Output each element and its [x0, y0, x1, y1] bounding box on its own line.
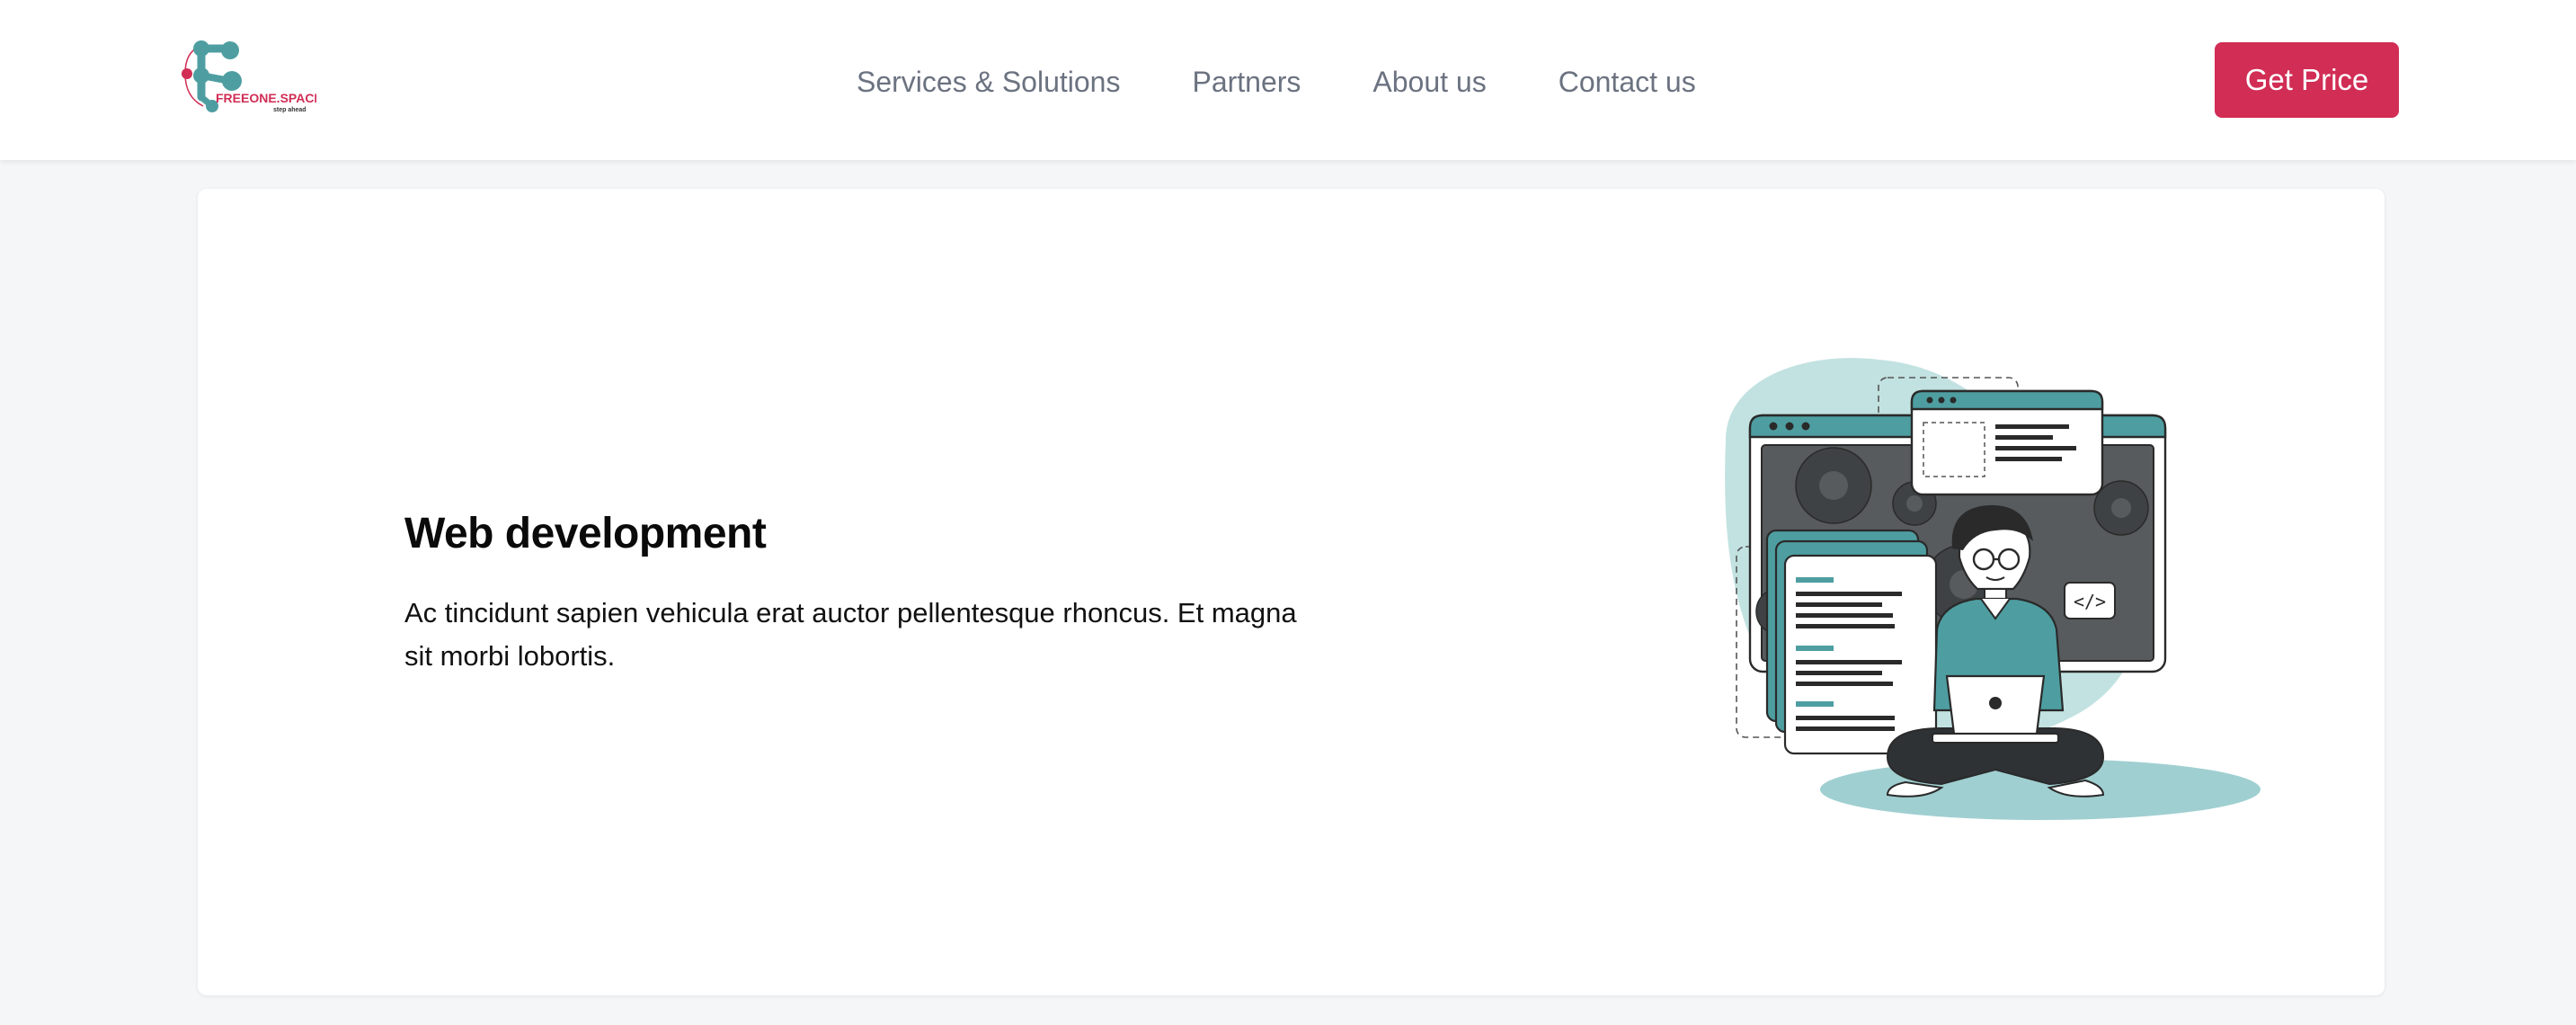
nav-contact-us[interactable]: Contact us [1559, 66, 1696, 99]
nav-partners[interactable]: Partners [1192, 66, 1301, 99]
nav-about-us[interactable]: About us [1372, 66, 1486, 99]
get-price-button[interactable]: Get Price [2215, 42, 2399, 118]
logo-mark-icon: FREEONE.SPACE step ahead [182, 40, 316, 113]
logo[interactable]: FREEONE.SPACE step ahead [180, 40, 316, 117]
nav-services-solutions[interactable]: Services & Solutions [857, 66, 1120, 99]
developer-with-laptop-illustration: </> [1618, 342, 2373, 872]
main-nav: Services & Solutions Partners About us C… [857, 59, 1696, 104]
svg-text:</>: </> [2074, 591, 2106, 612]
logo-tagline: step ahead [273, 107, 306, 113]
logo-wordmark: FREEONE.SPACE [216, 91, 316, 105]
service-description: Ac tincidunt sapien vehicula erat auctor… [404, 597, 1297, 672]
site-header: FREEONE.SPACE step ahead Services & Solu… [0, 0, 2576, 160]
service-title: Web development [404, 510, 767, 557]
service-card: Web development Ac tincidunt sapien vehi… [198, 189, 2385, 995]
